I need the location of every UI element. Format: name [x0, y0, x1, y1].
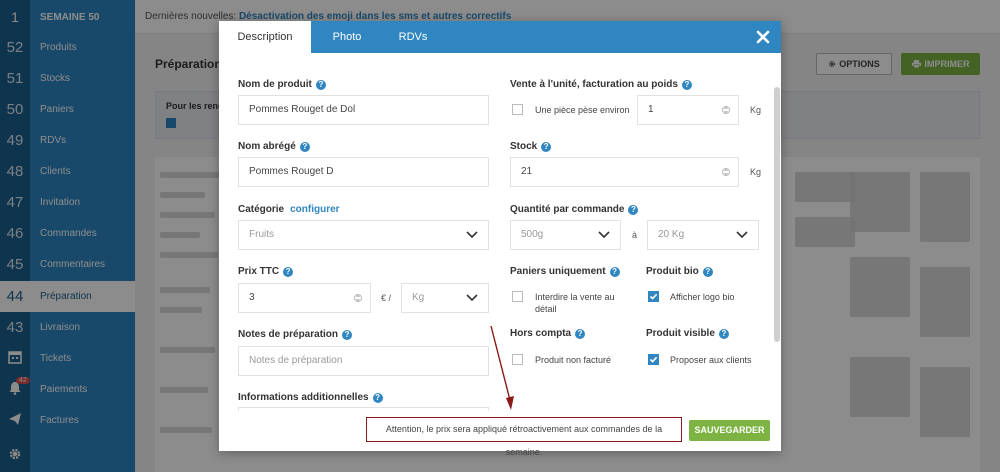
spinner-icon[interactable]	[354, 293, 362, 303]
organic-checkbox[interactable]	[648, 291, 659, 302]
baskets-only-checkbox-label: Interdire la vente au détail	[535, 292, 615, 314]
help-icon[interactable]: ?	[372, 393, 383, 403]
unit-sale-checkbox[interactable]	[512, 104, 523, 115]
qty-max-value: 20 Kg	[658, 229, 685, 240]
help-icon[interactable]: ?	[299, 142, 310, 152]
close-icon[interactable]	[753, 27, 773, 47]
off-books-label-text: Hors compta	[510, 328, 572, 339]
help-icon[interactable]: ?	[342, 330, 353, 340]
visible-label: Produit visible?	[646, 328, 729, 339]
help-icon[interactable]: ?	[702, 267, 713, 277]
product-name-field[interactable]: Pommes Rouget de Dol	[238, 95, 489, 125]
stock-input[interactable]: 21	[510, 157, 739, 187]
spinner-icon[interactable]	[722, 105, 730, 115]
unit-weight-value: 1	[648, 104, 654, 115]
spinner-icon[interactable]	[722, 167, 730, 177]
unit-weight-input[interactable]: 1	[637, 95, 739, 125]
help-icon[interactable]: ?	[628, 205, 639, 215]
retroactive-price-warning: Attention, le prix sera appliqué rétroac…	[366, 417, 682, 457]
chevron-down-icon	[466, 294, 478, 302]
organic-checkbox-label: Afficher logo bio	[670, 292, 735, 302]
prep-notes-label-text: Notes de préparation	[238, 329, 339, 340]
stock-value: 21	[521, 166, 533, 177]
organic-label: Produit bio?	[646, 266, 713, 277]
configure-link[interactable]: configurer	[290, 204, 339, 215]
prep-notes-label: Notes de préparation?	[238, 329, 353, 340]
help-icon[interactable]: ?	[575, 329, 586, 339]
help-icon[interactable]: ?	[681, 80, 692, 90]
product-name-label-text: Nom de produit	[238, 79, 312, 90]
unit-sale-label-text: Vente à l'unité, facturation au poids	[510, 79, 678, 90]
help-icon[interactable]: ?	[315, 80, 326, 90]
chevron-down-icon	[598, 231, 610, 239]
price-input[interactable]: 3	[238, 283, 371, 313]
price-unit-select[interactable]: Kg	[401, 283, 489, 313]
stock-label: Stock?	[510, 141, 552, 152]
qty-min-value: 500g	[521, 229, 544, 240]
off-books-checkbox[interactable]	[512, 354, 523, 365]
currency-label: € /	[381, 293, 392, 303]
organic-label-text: Produit bio	[646, 266, 699, 277]
stock-unit: Kg	[750, 167, 762, 177]
visible-checkbox[interactable]	[648, 354, 659, 365]
modal-footer: Attention, le prix sera appliqué rétroac…	[219, 411, 781, 457]
qty-min-select[interactable]: 500g	[510, 220, 621, 250]
help-icon[interactable]: ?	[541, 142, 552, 152]
tab-photo[interactable]: Photo	[311, 21, 383, 53]
help-icon[interactable]: ?	[283, 267, 294, 277]
visible-label-text: Produit visible	[646, 328, 715, 339]
price-label: Prix TTC?	[238, 266, 294, 277]
modal-tabs: Description Photo RDVs	[219, 21, 781, 53]
price-value: 3	[249, 292, 255, 303]
unit-sale-checkbox-label: Une pièce pèse environ	[535, 105, 630, 115]
help-icon[interactable]: ?	[609, 267, 620, 277]
short-name-label-text: Nom abrégé	[238, 141, 296, 152]
baskets-only-label-text: Paniers uniquement	[510, 266, 606, 277]
visible-checkbox-label: Proposer aux clients	[670, 355, 752, 365]
check-icon	[649, 356, 658, 363]
qty-separator: à	[632, 230, 638, 240]
prep-notes-input[interactable]	[238, 346, 489, 376]
qty-max-select[interactable]: 20 Kg	[647, 220, 759, 250]
stock-label-text: Stock	[510, 141, 538, 152]
off-books-label: Hors compta?	[510, 328, 586, 339]
price-unit-value: Kg	[412, 292, 425, 303]
baskets-only-checkbox[interactable]	[512, 291, 523, 302]
short-name-label: Nom abrégé?	[238, 141, 310, 152]
help-icon[interactable]: ?	[718, 329, 729, 339]
category-label: Catégorie configurer	[238, 204, 340, 215]
qty-per-order-label-text: Quantité par commande	[510, 204, 625, 215]
category-value: Fruits	[249, 229, 274, 240]
product-name-label: Nom de produit?	[238, 79, 326, 90]
category-label-text: Catégorie	[238, 204, 285, 215]
short-name-value: Pommes Rouget D	[249, 166, 334, 177]
modal-scrollbar[interactable]	[774, 87, 780, 342]
unit-weight-unit: Kg	[750, 105, 762, 115]
extra-info-label-text: Informations additionnelles	[238, 392, 369, 403]
check-icon	[649, 293, 658, 300]
chevron-down-icon	[466, 231, 478, 239]
product-name-value: Pommes Rouget de Dol	[249, 104, 356, 115]
price-label-text: Prix TTC	[238, 266, 280, 277]
product-edit-modal: Description Photo RDVs Nom de produit? P…	[219, 21, 781, 457]
chevron-down-icon	[736, 231, 748, 239]
short-name-field[interactable]: Pommes Rouget D	[238, 157, 489, 187]
off-books-checkbox-label: Produit non facturé	[535, 355, 612, 365]
prep-notes-text[interactable]	[249, 355, 488, 366]
tab-rdvs[interactable]: RDVs	[383, 21, 443, 53]
category-select[interactable]: Fruits	[238, 220, 489, 250]
extra-info-label: Informations additionnelles?	[238, 392, 383, 403]
save-button[interactable]: SAUVEGARDER	[689, 420, 770, 441]
baskets-only-label: Paniers uniquement?	[510, 266, 620, 277]
qty-per-order-label: Quantité par commande?	[510, 204, 639, 215]
unit-sale-label: Vente à l'unité, facturation au poids?	[510, 79, 692, 90]
tab-description[interactable]: Description	[219, 21, 311, 53]
modal-body: Nom de produit? Pommes Rouget de Dol Nom…	[219, 53, 781, 411]
